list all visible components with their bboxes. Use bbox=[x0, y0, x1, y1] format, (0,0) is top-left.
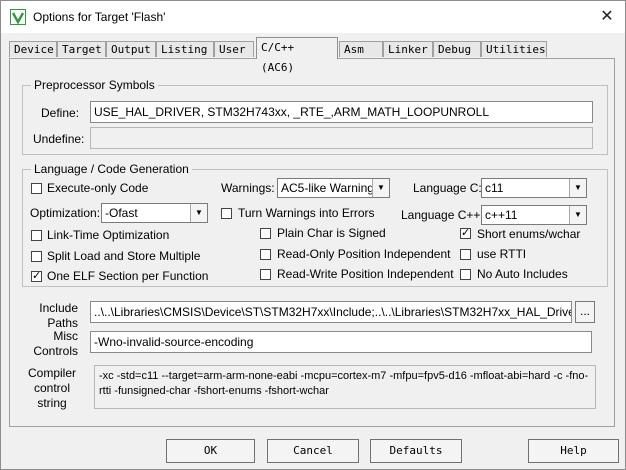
rw-pi-checkbox[interactable] bbox=[260, 269, 271, 280]
preprocessor-title: Preprocessor Symbols bbox=[31, 78, 158, 92]
help-button[interactable]: Help bbox=[528, 439, 619, 463]
language-cpp-select[interactable]: c++11 ▼ bbox=[481, 205, 587, 225]
turn-warnings-label: Turn Warnings into Errors bbox=[238, 206, 375, 220]
app-icon bbox=[10, 9, 26, 25]
misc-controls-label: Misc Controls bbox=[26, 329, 78, 359]
tab-linker[interactable]: Linker bbox=[383, 41, 433, 57]
undefine-input[interactable] bbox=[90, 127, 593, 149]
link-time-checkbox[interactable] bbox=[31, 230, 42, 241]
optimization-label: Optimization: bbox=[30, 206, 101, 220]
language-group: Language / Code Generation Execute-only … bbox=[22, 162, 608, 287]
define-input[interactable]: USE_HAL_DRIVER, STM32H743xx, _RTE_,ARM_M… bbox=[90, 101, 593, 123]
optimization-value: -Ofast bbox=[105, 206, 138, 220]
split-load-checkbox[interactable] bbox=[31, 251, 42, 262]
tab-debug[interactable]: Debug bbox=[433, 41, 481, 57]
tab-listing[interactable]: Listing bbox=[156, 41, 214, 57]
undefine-label: Undefine: bbox=[33, 132, 85, 146]
title-bar: Options for Target 'Flash' ✕ bbox=[1, 1, 625, 33]
compiler-label-line2: control bbox=[33, 381, 71, 395]
tab-asm[interactable]: Asm bbox=[339, 41, 383, 57]
tab-target[interactable]: Target bbox=[57, 41, 106, 57]
window-title: Options for Target 'Flash' bbox=[33, 10, 166, 24]
tab-device[interactable]: Device bbox=[9, 41, 57, 57]
execute-only-label: Execute-only Code bbox=[47, 181, 149, 195]
chevron-down-icon: ▼ bbox=[190, 204, 207, 222]
language-c-value: c11 bbox=[485, 181, 504, 195]
misc-label-line1: Misc bbox=[53, 329, 78, 343]
language-title: Language / Code Generation bbox=[31, 162, 192, 176]
language-c-select[interactable]: c11 ▼ bbox=[481, 178, 587, 198]
tab-utilities[interactable]: Utilities bbox=[481, 41, 547, 57]
ro-pi-label: Read-Only Position Independent bbox=[277, 247, 451, 261]
include-label-line1: Include bbox=[39, 301, 78, 315]
split-load-label: Split Load and Store Multiple bbox=[47, 249, 201, 263]
cancel-button[interactable]: Cancel bbox=[267, 439, 359, 463]
misc-controls-input[interactable]: -Wno-invalid-source-encoding bbox=[90, 331, 592, 353]
ok-button[interactable]: OK bbox=[166, 439, 255, 463]
define-label: Define: bbox=[41, 106, 80, 120]
short-enums-checkbox[interactable] bbox=[460, 226, 471, 239]
compiler-label-line3: string bbox=[37, 396, 67, 410]
one-elf-checkbox[interactable] bbox=[31, 269, 42, 282]
compiler-control-string[interactable]: -xc -std=c11 --target=arm-arm-none-eabi … bbox=[94, 365, 596, 409]
plain-char-label: Plain Char is Signed bbox=[277, 226, 386, 240]
browse-include-button[interactable]: ... bbox=[575, 301, 595, 323]
tab-panel: Preprocessor Symbols Define: USE_HAL_DRI… bbox=[9, 58, 615, 427]
no-auto-includes-checkbox[interactable] bbox=[460, 269, 471, 280]
close-icon[interactable]: ✕ bbox=[595, 5, 619, 29]
use-rtti-label: use RTTI bbox=[477, 247, 527, 261]
tab-output[interactable]: Output bbox=[106, 41, 156, 57]
misc-label-line2: Controls bbox=[33, 344, 78, 358]
short-enums-label: Short enums/wchar bbox=[477, 227, 581, 241]
warnings-select[interactable]: AC5-like Warnings ▼ bbox=[277, 178, 390, 198]
preprocessor-group: Preprocessor Symbols Define: USE_HAL_DRI… bbox=[22, 78, 608, 155]
chevron-down-icon: ▼ bbox=[569, 179, 586, 197]
warnings-label: Warnings: bbox=[221, 181, 275, 195]
optimization-select[interactable]: -Ofast ▼ bbox=[101, 203, 208, 223]
chevron-down-icon: ▼ bbox=[372, 179, 389, 197]
defaults-button[interactable]: Defaults bbox=[370, 439, 462, 463]
plain-char-checkbox[interactable] bbox=[260, 228, 271, 239]
turn-warnings-checkbox[interactable] bbox=[221, 208, 232, 219]
use-rtti-checkbox[interactable] bbox=[460, 249, 471, 260]
no-auto-includes-label: No Auto Includes bbox=[477, 267, 568, 281]
tab-user[interactable]: User bbox=[214, 41, 254, 57]
tab-c-cpp[interactable]: C/C++ (AC6) bbox=[256, 37, 338, 74]
compiler-label-line1: Compiler bbox=[27, 366, 76, 380]
rw-pi-label: Read-Write Position Independent bbox=[277, 267, 454, 281]
language-c-label: Language C: bbox=[413, 181, 482, 195]
include-paths-input[interactable]: ..\..\Libraries\CMSIS\Device\ST\STM32H7x… bbox=[90, 301, 572, 323]
chevron-down-icon: ▼ bbox=[569, 206, 586, 224]
include-paths-label: Include Paths bbox=[26, 301, 78, 331]
compiler-control-label: Compiler control string bbox=[26, 366, 78, 411]
ro-pi-checkbox[interactable] bbox=[260, 249, 271, 260]
warnings-value: AC5-like Warnings bbox=[281, 181, 380, 195]
language-cpp-label: Language C++: bbox=[401, 208, 484, 222]
language-cpp-value: c++11 bbox=[485, 208, 518, 222]
link-time-label: Link-Time Optimization bbox=[47, 228, 170, 242]
execute-only-checkbox[interactable] bbox=[31, 183, 42, 194]
one-elf-label: One ELF Section per Function bbox=[47, 269, 209, 283]
options-dialog: Options for Target 'Flash' ✕ Device Targ… bbox=[0, 0, 626, 470]
